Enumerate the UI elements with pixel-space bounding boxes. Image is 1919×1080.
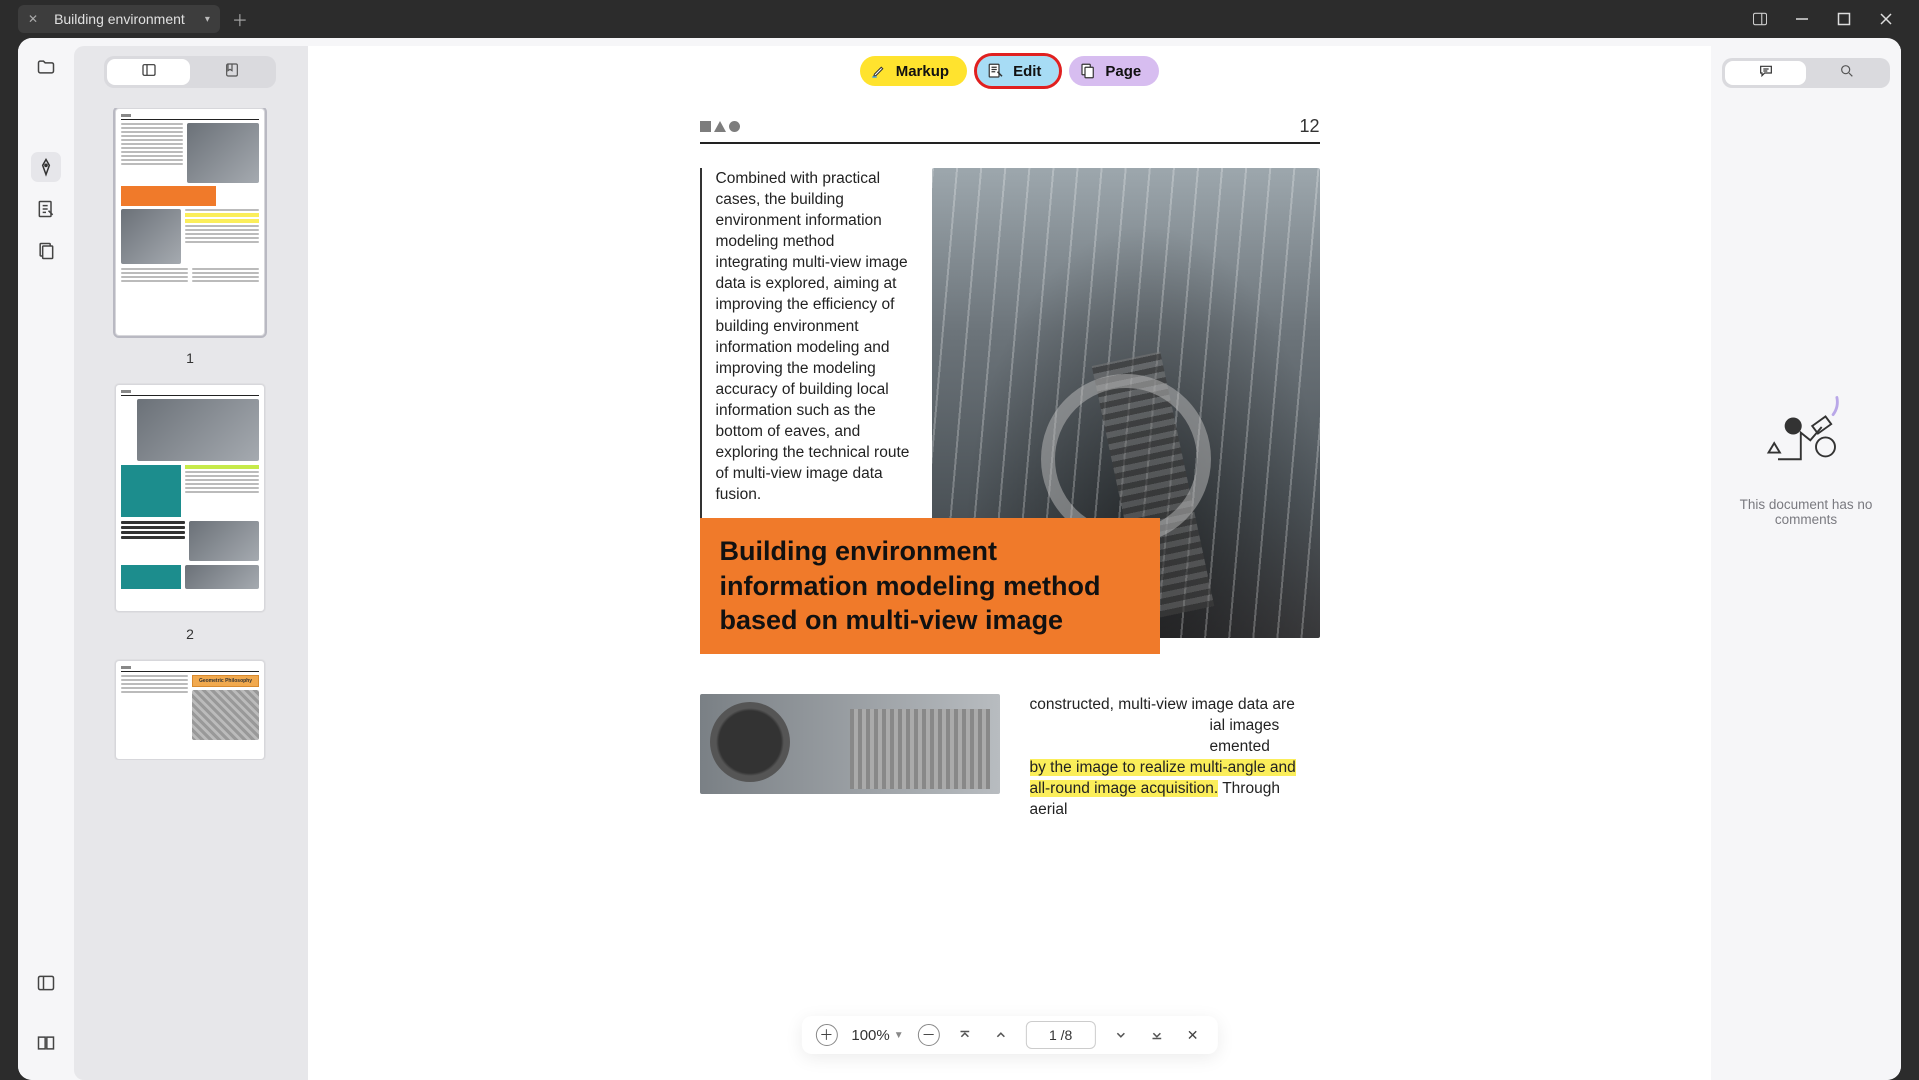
document-area: Markup Edit Page 12 Combined with practi…: [306, 46, 1711, 1080]
right-panel-toggle: [1722, 58, 1890, 88]
page-nav-toolbar: ＋ 100%▼ － 1 /8 ✕: [801, 1016, 1217, 1054]
titlebar: ✕ Building environment ▾ ＋: [0, 0, 1919, 38]
body-text-fragment: constructed, multi-view image data are: [1030, 696, 1295, 713]
comments-panel: This document has no comments: [1711, 46, 1901, 1080]
thumbnail-page-2[interactable]: [115, 384, 265, 612]
pen-icon: [36, 157, 56, 177]
page-tool-button[interactable]: [31, 236, 61, 266]
body-paragraph: constructed, multi-view image data are i…: [1030, 694, 1320, 820]
page-number: 12: [1299, 116, 1319, 137]
search-seg[interactable]: [1806, 61, 1887, 85]
thumbnail-panel: 1: [74, 46, 306, 1080]
edit-label: Edit: [1013, 63, 1041, 80]
comments-empty-text: This document has no comments: [1721, 497, 1891, 527]
chevron-down-icon[interactable]: ▾: [205, 14, 210, 25]
first-page-button[interactable]: [954, 1024, 976, 1046]
maximize-icon[interactable]: [1837, 12, 1851, 26]
secondary-image: [700, 694, 1000, 794]
zoom-out-button[interactable]: －: [918, 1024, 940, 1046]
comments-empty-state: This document has no comments: [1721, 388, 1891, 527]
folder-button[interactable]: [31, 52, 61, 82]
body-text-fragment: ial images: [1210, 717, 1280, 734]
thumb-view-seg[interactable]: [107, 59, 190, 85]
zoom-in-button[interactable]: ＋: [815, 1024, 837, 1046]
close-tab-icon[interactable]: ✕: [28, 12, 38, 26]
markup-tool-button[interactable]: [31, 152, 61, 182]
page-mode-button[interactable]: Page: [1069, 56, 1159, 86]
close-nav-button[interactable]: ✕: [1182, 1024, 1204, 1046]
zoom-level[interactable]: 100%▼: [851, 1027, 903, 1044]
last-page-button[interactable]: [1146, 1024, 1168, 1046]
lower-row: constructed, multi-view image data are i…: [700, 694, 1320, 820]
next-page-button[interactable]: [1110, 1024, 1132, 1046]
pages-icon: [36, 241, 56, 261]
page-icon: [1079, 62, 1097, 80]
section-title: Building environment information modelin…: [700, 518, 1160, 654]
page-field[interactable]: 1 /8: [1026, 1021, 1096, 1049]
page-header: 12: [700, 116, 1320, 144]
highlighter-icon: [870, 62, 888, 80]
folder-icon: [36, 57, 56, 77]
close-window-icon[interactable]: [1879, 12, 1893, 26]
page-label: Page: [1105, 63, 1141, 80]
mode-bar: Markup Edit Page: [860, 56, 1160, 86]
thumbnail-page-3[interactable]: Geometric Philosophy: [115, 660, 265, 760]
bookmark-view-seg[interactable]: [190, 59, 273, 85]
comment-icon: [1758, 63, 1774, 84]
search-icon: [1839, 63, 1855, 84]
book-icon: [36, 1033, 56, 1053]
thumbnail-label: 1: [186, 350, 194, 366]
prev-page-button[interactable]: [990, 1024, 1012, 1046]
left-rail: [18, 38, 74, 1080]
header-shapes-icon: [700, 121, 740, 132]
empty-illustration-icon: [1759, 388, 1854, 483]
thumbnail-list: 1: [82, 108, 298, 760]
body-text-fragment: emented: [1210, 738, 1270, 755]
bookmark-icon: [224, 62, 240, 83]
panel-toggle-icon[interactable]: [1753, 12, 1767, 26]
document-tab[interactable]: ✕ Building environment ▾: [18, 5, 220, 33]
sidebar-toggle-icon: [36, 973, 56, 993]
markup-mode-button[interactable]: Markup: [860, 56, 967, 86]
minimize-icon[interactable]: [1795, 12, 1809, 26]
edit-icon: [987, 62, 1005, 80]
thumbnail-label: 2: [186, 626, 194, 642]
comments-seg[interactable]: [1725, 61, 1806, 85]
thumbnail-toggle: [104, 56, 276, 88]
window-controls: [1753, 12, 1919, 26]
edit-tool-button[interactable]: [31, 194, 61, 224]
book-view-button[interactable]: [31, 1028, 61, 1058]
markup-label: Markup: [896, 63, 949, 80]
thumbnails-icon: [141, 62, 157, 83]
tab-title: Building environment: [48, 11, 195, 27]
edit-mode-button[interactable]: Edit: [977, 56, 1059, 86]
add-tab-button[interactable]: ＋: [232, 7, 248, 31]
sidebar-toggle-button[interactable]: [31, 968, 61, 998]
edit-doc-icon: [36, 199, 56, 219]
thumbnail-page-1[interactable]: [115, 108, 265, 336]
app-frame: 1: [18, 38, 1901, 1080]
chevron-down-icon: ▼: [894, 1030, 904, 1041]
page: 12 Combined with practical cases, the bu…: [700, 116, 1320, 820]
